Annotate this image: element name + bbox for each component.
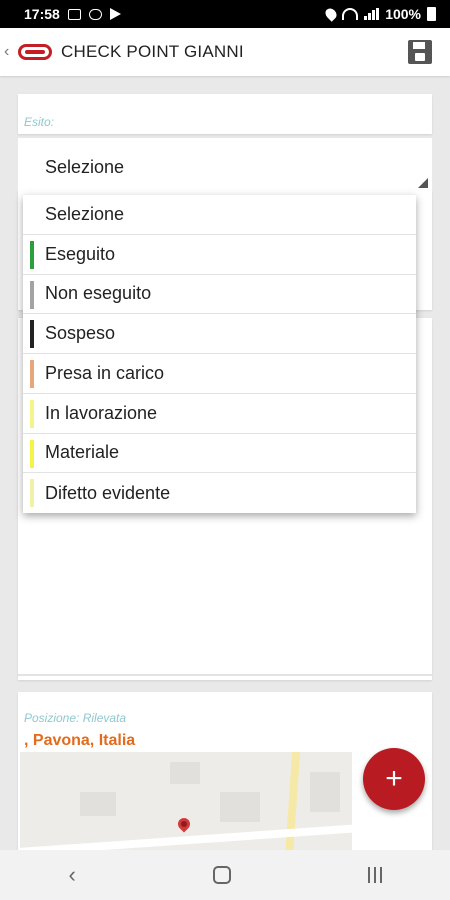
- battery-icon: [427, 7, 436, 21]
- map-view[interactable]: [20, 752, 352, 862]
- system-nav-bar: ‹: [0, 850, 450, 900]
- dropdown-option-label: Materiale: [45, 442, 120, 463]
- logo-icon: [18, 44, 52, 60]
- position-label: Posizione: Rilevata: [24, 711, 127, 725]
- map-pin-icon: [175, 815, 193, 833]
- dropdown-option[interactable]: Presa in carico: [23, 354, 416, 394]
- message-icon: [88, 8, 102, 20]
- map-building: [80, 792, 116, 816]
- map-road: [283, 752, 301, 862]
- status-color-bar: [30, 320, 34, 349]
- status-color-bar: [30, 439, 34, 468]
- back-icon[interactable]: ‹: [4, 43, 14, 61]
- dropdown-option-label: Sospeso: [45, 323, 116, 344]
- status-color-bar: [30, 240, 34, 269]
- dropdown-option[interactable]: Sospeso: [23, 314, 416, 354]
- wifi-icon: [342, 8, 359, 20]
- dropdown-option-label: In lavorazione: [45, 402, 158, 423]
- nav-recent-apps-icon[interactable]: [367, 867, 382, 883]
- nav-home-icon[interactable]: [212, 866, 231, 884]
- dropdown-option[interactable]: In lavorazione: [23, 394, 416, 434]
- dropdown-option[interactable]: Eseguito: [23, 235, 416, 275]
- dropdown-option-label: Presa in carico: [45, 362, 165, 383]
- flag-icon: [109, 8, 121, 20]
- status-color-bar: [30, 479, 34, 508]
- map-building: [170, 762, 200, 784]
- status-color-bar: [30, 399, 34, 428]
- page-title: CHECK POINT GIANNI: [61, 42, 244, 61]
- signal-icon: [364, 8, 380, 20]
- battery-percent: 100%: [385, 6, 421, 22]
- status-color-bar: [30, 280, 34, 309]
- dropdown-option[interactable]: Difetto evidente: [23, 473, 416, 513]
- status-color-bar: [30, 360, 34, 388]
- esito-select-value: Selezione: [45, 157, 125, 177]
- dropdown-option[interactable]: Selezione: [23, 195, 416, 235]
- esito-dropdown-menu: Selezione Eseguito Non eseguito Sospeso …: [23, 195, 416, 513]
- notes-underline: [18, 674, 432, 676]
- position-value: , Pavona, Italia: [24, 732, 136, 749]
- dropdown-option-label: Non eseguito: [45, 283, 152, 304]
- gallery-icon: [67, 8, 81, 20]
- dropdown-option[interactable]: Non eseguito: [23, 275, 416, 315]
- location-icon: [323, 6, 339, 22]
- esito-select[interactable]: Selezione: [18, 138, 432, 190]
- app-bar: ‹ CHECK POINT GIANNI: [0, 28, 450, 76]
- dropdown-caret-icon: [418, 178, 428, 188]
- dropdown-option[interactable]: Materiale: [23, 434, 416, 474]
- map-building: [220, 792, 260, 822]
- dropdown-option-label: Eseguito: [45, 243, 116, 264]
- dropdown-option-label: Selezione: [45, 203, 125, 224]
- esito-label: Esito:: [24, 115, 55, 129]
- nav-back-icon[interactable]: ‹: [68, 862, 75, 888]
- dropdown-option-label: Difetto evidente: [45, 482, 171, 503]
- add-button[interactable]: +: [363, 748, 425, 810]
- save-icon[interactable]: [408, 40, 432, 64]
- map-building: [310, 772, 340, 812]
- status-time: 17:58: [24, 6, 60, 22]
- esito-card: Esito:: [18, 94, 432, 134]
- status-bar: 17:58 100%: [0, 0, 450, 28]
